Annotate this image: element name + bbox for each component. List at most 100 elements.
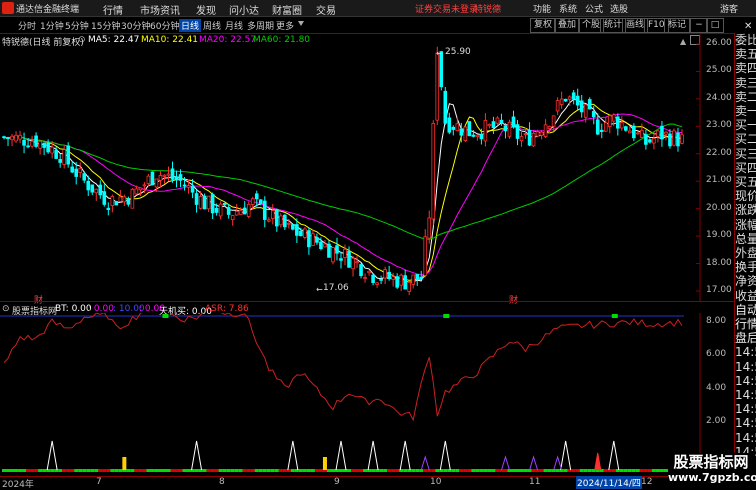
indicator-tick-label: 4.00 (706, 382, 727, 393)
login-warning[interactable]: 证券交易未登录 (415, 2, 478, 15)
candle-body (355, 261, 359, 264)
signal-strip (495, 469, 500, 472)
period-multi[interactable]: 多周期 (247, 19, 274, 32)
signal-strip (571, 469, 576, 472)
quote-panel-label: 外盘 (735, 246, 756, 261)
quote-panel-label: 行情 (735, 317, 756, 332)
btn-diejia[interactable]: 叠加 (554, 18, 581, 33)
candle-body (632, 125, 636, 139)
candle-body (503, 125, 508, 132)
period-1min[interactable]: 1分钟 (40, 19, 64, 32)
candle-body (656, 130, 660, 137)
menu-shichang[interactable]: 市场 (140, 2, 160, 17)
candle-body (323, 243, 327, 248)
candle-body (62, 149, 66, 165)
candle-body (583, 104, 588, 118)
signal-strip (214, 469, 219, 472)
quote-panel-label: 自动 (735, 302, 756, 317)
btn-biaoji[interactable]: 标记 (664, 18, 691, 33)
candle-body (138, 187, 143, 191)
period-fenshi[interactable]: 分时 (18, 19, 36, 32)
signal-strip (102, 469, 107, 472)
menu-hangqing[interactable]: 行情 (103, 2, 123, 17)
maximize-icon[interactable]: □ (706, 18, 724, 33)
signal-strip (110, 469, 115, 472)
signal-strip (66, 469, 71, 472)
candle-body (407, 281, 411, 292)
signal-dot (611, 314, 618, 318)
guest-label[interactable]: 游客 (720, 2, 738, 15)
signal-strip (26, 469, 31, 472)
candle-body (455, 123, 460, 132)
date-label: 9 (334, 477, 340, 487)
signal-strip (294, 469, 299, 472)
menu-gongneng[interactable]: 功能 (533, 2, 551, 15)
candle-body (142, 184, 147, 187)
period-month[interactable]: 月线 (225, 19, 243, 32)
menu-faxian[interactable]: 发现 (196, 2, 216, 17)
menu-gongshi[interactable]: 公式 (585, 2, 603, 15)
candle-body (467, 121, 472, 137)
signal-strip (166, 469, 171, 472)
candle-body (387, 271, 391, 280)
indicator-tick-label: 2.00 (706, 415, 727, 426)
signal-strip (547, 469, 552, 472)
signal-strip (226, 469, 231, 472)
signal-strip (162, 469, 167, 472)
period-5min[interactable]: 5分钟 (65, 19, 89, 32)
candle-body (487, 124, 492, 127)
period-week[interactable]: 周线 (203, 19, 221, 32)
signal-strip (218, 469, 223, 472)
date-label: 11 (529, 477, 541, 487)
signal-strip (523, 469, 528, 472)
signal-strip (455, 469, 460, 472)
candle-body (158, 175, 163, 181)
signal-strip (367, 469, 372, 472)
candle-body (535, 131, 540, 137)
menu-xitong[interactable]: 系统 (559, 2, 577, 15)
signal-strip (106, 469, 111, 472)
menu-zixun[interactable]: 资讯 (160, 2, 180, 17)
period-60min[interactable]: 60分钟 (150, 19, 179, 32)
period-more[interactable]: 更多 (276, 19, 294, 32)
candle-body (102, 191, 107, 205)
period-15min[interactable]: 15分钟 (91, 19, 120, 32)
signal-strip (238, 469, 243, 472)
candle-body (114, 201, 119, 206)
signal-spike-purple (553, 455, 563, 471)
candle-body (507, 121, 512, 137)
indicator-chart[interactable] (0, 313, 734, 476)
chevron-down-icon[interactable] (298, 21, 304, 26)
candle-body (644, 134, 648, 145)
signal-strip (198, 469, 203, 472)
candle-body (250, 198, 255, 205)
signal-strip (615, 469, 620, 472)
signal-strip (411, 469, 416, 472)
menu-xuangu[interactable]: 选股 (610, 2, 628, 15)
signal-strip (539, 469, 544, 472)
signal-strip (142, 469, 147, 472)
signal-strip (94, 469, 99, 472)
candlestick-chart[interactable] (0, 33, 734, 301)
finance-marker-2[interactable]: 财 (509, 293, 518, 306)
menu-wenxiaoda[interactable]: 问小达 (229, 2, 259, 17)
signal-strip (403, 469, 408, 472)
panel-close-icon[interactable]: ✕ (744, 21, 752, 32)
quote-panel-label: 14:50 (735, 373, 756, 388)
signal-strip (359, 469, 364, 472)
candle-body (283, 214, 287, 228)
app-title: 通达信金融终端 (16, 5, 80, 15)
signal-spike (399, 440, 411, 471)
btn-fuquan[interactable]: 复权 (530, 18, 557, 33)
quote-panel-label: 总量 (735, 231, 756, 246)
candle-body (295, 224, 299, 236)
menu-caifuquan[interactable]: 财富圈 (272, 2, 302, 17)
menu-jiaoyi[interactable]: 交易 (316, 2, 336, 17)
candle-body (178, 174, 183, 181)
candle-body (531, 132, 536, 147)
candle-body (415, 274, 420, 280)
signal-strip (34, 469, 39, 472)
period-30min[interactable]: 30分钟 (121, 19, 150, 32)
period-day[interactable]: 日线 (179, 19, 202, 32)
candle-body (527, 130, 532, 146)
